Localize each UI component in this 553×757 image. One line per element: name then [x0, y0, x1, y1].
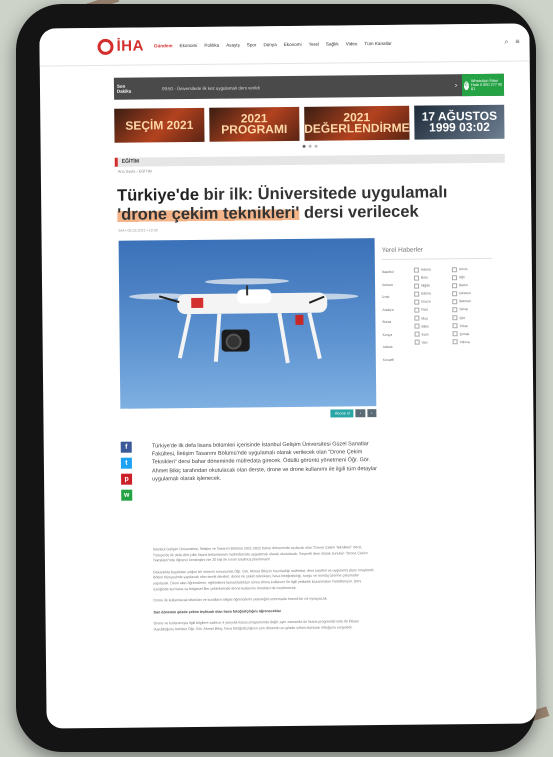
city-link[interactable]: Yalova [453, 338, 491, 346]
title-part: bir ilk: Üniversitede uygulamalı [198, 183, 448, 204]
carousel-dot[interactable] [302, 144, 306, 148]
media-actions: Abone ol ‹ › [120, 409, 377, 420]
logo-ring-icon [97, 38, 114, 55]
carousel-dot[interactable] [314, 144, 318, 148]
breadcrumb[interactable]: Ana Sayfa › EĞİTİM [118, 165, 531, 173]
section-header: EĞİTİM [114, 153, 505, 167]
title-highlight: 'drone çekim teknikleri' [117, 203, 300, 224]
banner-carousel: SEÇİM 2021 2021 PROGRAMI 2021 DEĞERLENDİ… [114, 104, 505, 143]
nav-item[interactable]: Gündem [154, 43, 173, 48]
nav-item[interactable]: Tüm Kanallar [364, 41, 391, 46]
nav-item[interactable]: Dünya [263, 42, 276, 47]
city-link[interactable]: Van [415, 338, 453, 346]
main-nav: Gündem Ekonomi Politika Asayiş Spor Düny… [154, 41, 392, 48]
article-paragraph: İstanbul Gelişim Üniversitesi, İletişim … [152, 545, 368, 563]
city-link[interactable]: Adana [383, 341, 415, 354]
sidebar-title: Yerel Haberler [381, 245, 492, 261]
ticker-next-icon[interactable]: › [450, 82, 462, 89]
title-part: dersi verilecek [299, 202, 419, 222]
nav-item[interactable]: Politika [204, 43, 219, 48]
article-meta: İHA ▪ 05.03.2021 ▪ 10:30 [118, 228, 158, 233]
site-header: İHA Gündem Ekonomi Politika Asayiş Spor … [39, 23, 530, 67]
nav-item[interactable]: Spor [247, 42, 257, 47]
sidebar-local-news: Yerel Haberler İstanbul Ankara İzmir Ant… [381, 245, 493, 366]
city-list: İstanbul Ankara İzmir Antalya Bursa Kony… [382, 265, 493, 366]
whatsapp-button[interactable]: ✆ WhatsApp İhbar Hattı 0 850 277 00 81 [461, 73, 505, 97]
banner[interactable]: SEÇİM 2021 [114, 107, 205, 143]
pinterest-icon[interactable]: p [121, 473, 133, 485]
banner[interactable]: 2021 DEĞERLENDİRME [303, 105, 410, 141]
whatsapp-share-icon[interactable]: w [121, 489, 133, 501]
news-ticker[interactable]: 09:50 - Üniversitede ilk kez uygulamalı … [140, 83, 450, 91]
carousel-dot[interactable] [308, 144, 312, 148]
city-link[interactable]: Ankara [382, 278, 414, 291]
breaking-label: Son Dakika [116, 83, 132, 94]
nav-item[interactable]: Asayiş [226, 42, 240, 47]
article-paragraph: Dekanlıkta başlatılan yoğun bir sürecin … [153, 567, 375, 591]
nav-item[interactable]: Ekonomi [284, 42, 302, 47]
logo-text: İHA [116, 37, 144, 55]
share-buttons: f t p w [120, 441, 133, 501]
nav-item[interactable]: Sağlık [326, 41, 339, 46]
tablet-frame: İHA Gündem Ekonomi Politika Asayiş Spor … [16, 4, 537, 752]
whatsapp-label: WhatsApp İhbar Hattı 0 850 277 00 81 [470, 78, 503, 92]
nav-item[interactable]: Video [346, 41, 358, 46]
nav-item[interactable]: Yerel [309, 42, 319, 47]
city-link[interactable]: İzmir [382, 291, 414, 304]
prev-button[interactable]: ‹ [355, 409, 366, 418]
article-paragraph: Drone ile kullanılacak teknikler ve kura… [153, 596, 328, 603]
article-subheading: Son dönemin gözde çekim teçhizatı olan h… [153, 608, 282, 615]
article-lead: Türkiye'de ilk defa lisans bölümleri içe… [151, 441, 378, 483]
twitter-icon[interactable]: t [120, 457, 132, 469]
menu-icon[interactable]: ≡ [515, 38, 519, 46]
city-column: İstanbul Ankara İzmir Antalya Bursa Kony… [382, 266, 415, 366]
header-tools: ⌕ ≡ [504, 38, 519, 46]
city-link[interactable]: Bursa [382, 316, 414, 329]
city-link[interactable]: Antalya [382, 303, 414, 316]
whatsapp-icon: ✆ [463, 80, 470, 90]
city-column: Artvin Ağrı Bartın Giresun Batman Sinop … [452, 265, 491, 365]
article-media: Abone ol ‹ › [118, 238, 377, 420]
article-paragraph: Drone ve kullanımıyla ilgili bilgilere s… [153, 619, 359, 632]
city-link[interactable]: İstanbul [382, 266, 414, 279]
next-button[interactable]: › [367, 409, 377, 418]
drone-illustration [129, 278, 359, 364]
nav-item[interactable]: Ekonomi [179, 43, 197, 48]
subscribe-button[interactable]: Abone ol [330, 409, 354, 418]
city-link[interactable]: Konya [383, 328, 415, 341]
site-logo[interactable]: İHA [97, 37, 144, 55]
article-body: İstanbul Gelişim Üniversitesi, İletişim … [153, 545, 376, 639]
search-icon[interactable]: ⌕ [504, 38, 508, 46]
breaking-news-bar: Son Dakika 09:50 - Üniversitede ilk kez … [113, 73, 505, 100]
browser-screen: İHA Gündem Ekonomi Politika Asayiş Spor … [39, 23, 537, 729]
article-photo[interactable] [118, 238, 377, 409]
banner[interactable]: 17 AĞUSTOS 1999 03:02 [414, 104, 505, 140]
carousel-dots [89, 142, 531, 150]
banner[interactable]: 2021 PROGRAMI [209, 106, 300, 142]
city-column: Adana Bolu Niğde Edirne Düzce Rize Muş B… [414, 265, 453, 365]
facebook-icon[interactable]: f [120, 441, 132, 453]
title-bold: Türkiye'de [117, 185, 200, 205]
city-link[interactable]: Kocaeli [383, 353, 415, 366]
article-title: Türkiye'de bir ilk: Üniversitede uygulam… [117, 183, 491, 225]
